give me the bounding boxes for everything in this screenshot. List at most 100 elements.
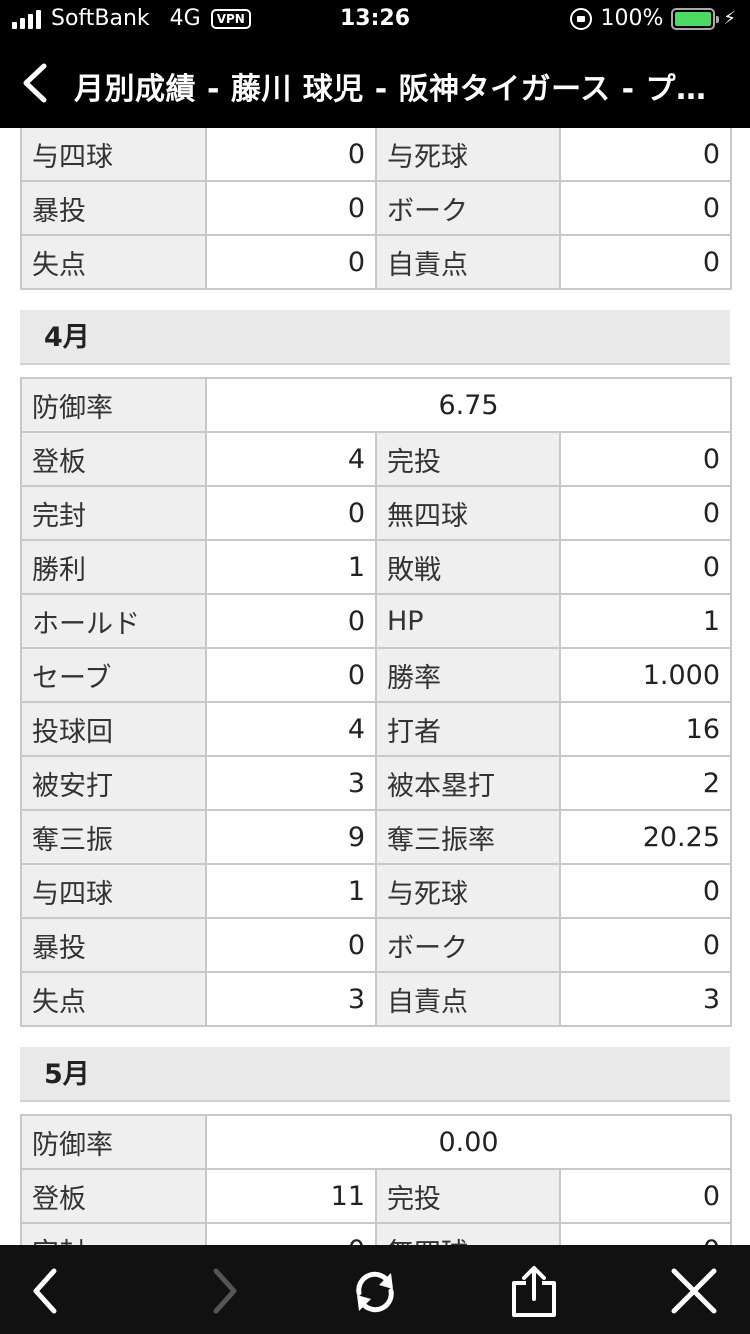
stat-value: 1.000: [559, 647, 732, 703]
table-row: 失点 0 自責点 0: [20, 234, 732, 290]
battery-percent: 100%: [600, 6, 664, 31]
stat-label: 勝率: [375, 647, 561, 703]
table-row: 暴投 0 ボーク 0: [20, 917, 732, 973]
close-icon[interactable]: [666, 1263, 722, 1319]
stats-content: 与四球 0 与死球 0 暴投 0 ボーク 0 失点 0 自責点 0 4月 防御率 6.75 登板 4 完投…: [20, 126, 732, 1278]
stat-value: 4: [205, 431, 377, 487]
stat-label: ボーク: [375, 180, 561, 236]
stat-value: 0: [559, 126, 732, 182]
stat-label: 勝利: [20, 539, 207, 595]
stat-label: 登板: [20, 431, 207, 487]
stat-label: 完投: [375, 1168, 561, 1224]
era-value: 6.75: [205, 377, 732, 433]
table-row: 登板 11 完投 0: [20, 1168, 732, 1224]
table-row: 勝利 1 敗戦 0: [20, 539, 732, 595]
back-arrow-icon[interactable]: [18, 1263, 74, 1319]
month-heading-may: 5月: [20, 1047, 730, 1102]
stat-label: 与四球: [20, 863, 207, 919]
stat-label: 敗戦: [375, 539, 561, 595]
stat-value: 0: [559, 863, 732, 919]
stat-label: 被本塁打: [375, 755, 561, 811]
table-row: 奪三振 9 奪三振率 20.25: [20, 809, 732, 865]
stat-value: 16: [559, 701, 732, 757]
stat-label: 与死球: [375, 863, 561, 919]
stat-label: 与四球: [20, 126, 207, 182]
page-title: 月別成績 - 藤川 球児 - 阪神タイガース - プロ野球: [74, 72, 726, 107]
stat-value: 1: [205, 539, 377, 595]
share-icon[interactable]: [506, 1263, 562, 1319]
stat-label: 与死球: [375, 126, 561, 182]
stat-label: 無四球: [375, 485, 561, 541]
table-row: 投球回 4 打者 16: [20, 701, 732, 757]
table-row: 被安打 3 被本塁打 2: [20, 755, 732, 811]
chevron-left-icon[interactable]: [14, 60, 60, 106]
table-row: 登板 4 完投 0: [20, 431, 732, 487]
nav-bar: 月別成績 - 藤川 球児 - 阪神タイガース - プロ野球: [0, 52, 750, 118]
stat-label: 失点: [20, 971, 207, 1027]
forward-arrow-icon[interactable]: [196, 1263, 252, 1319]
stat-value: 0: [559, 485, 732, 541]
stat-value: 3: [559, 971, 732, 1027]
table-row: 暴投 0 ボーク 0: [20, 180, 732, 236]
stat-value: 3: [205, 755, 377, 811]
stat-value: 1: [559, 593, 732, 649]
stat-value: 0: [205, 485, 377, 541]
battery-icon: [671, 7, 720, 30]
stat-label: 登板: [20, 1168, 207, 1224]
status-bar: SoftBank 4G VPN 13:26 100% ⚡: [0, 0, 750, 40]
reload-icon[interactable]: [347, 1263, 403, 1319]
stat-value: 0: [205, 647, 377, 703]
stat-value: 0: [559, 234, 732, 290]
stat-label: 暴投: [20, 917, 207, 973]
stat-label: 打者: [375, 701, 561, 757]
stat-label: 暴投: [20, 180, 207, 236]
stat-label: 失点: [20, 234, 207, 290]
rotation-lock-icon: [570, 7, 593, 30]
stat-value: 0: [559, 917, 732, 973]
stat-value: 0: [559, 180, 732, 236]
stat-value: 0: [205, 917, 377, 973]
era-label: 防御率: [20, 377, 207, 433]
stat-label: 投球回: [20, 701, 207, 757]
stat-label: セーブ: [20, 647, 207, 703]
table-row: 完封0無四球0: [20, 485, 732, 541]
month-heading-april: 4月: [20, 310, 730, 365]
stat-label: 自責点: [375, 971, 561, 1027]
table-row: セーブ 0 勝率 1.000: [20, 647, 732, 703]
table-row: 与四球 0 与死球 0: [20, 126, 732, 182]
stat-value: 0: [205, 126, 377, 182]
table-row: 失点 3 自責点 3: [20, 971, 732, 1027]
stat-label: 奪三振: [20, 809, 207, 865]
era-row: 防御率 6.75: [20, 377, 732, 433]
stat-value: 0: [205, 593, 377, 649]
stat-label: 被安打: [20, 755, 207, 811]
stat-value: 0: [559, 431, 732, 487]
stat-label: 自責点: [375, 234, 561, 290]
stat-value: 3: [205, 971, 377, 1027]
stat-value: 1: [205, 863, 377, 919]
stat-value: 2: [559, 755, 732, 811]
stat-value: 20.25: [559, 809, 732, 865]
april-stats-table: 防御率 6.75 登板 4 完投 0 完封 0 無四球 0 勝利 1 敗戦 0 ホールド 0 HP 1 セーブ 0…: [20, 377, 732, 1027]
stat-value: 4: [205, 701, 377, 757]
stat-value: 0: [205, 180, 377, 236]
stat-value: 9: [205, 809, 377, 865]
stat-value: 0: [559, 1168, 732, 1224]
stat-label: ボーク: [375, 917, 561, 973]
era-label: 防御率: [20, 1114, 207, 1170]
table-row: 与四球 1 与死球 0: [20, 863, 732, 919]
charging-icon: ⚡: [723, 8, 736, 29]
stat-label: ホールド: [20, 593, 207, 649]
stat-value: 11: [205, 1168, 377, 1224]
stat-label: 完投: [375, 431, 561, 487]
era-row: 防御率 0.00: [20, 1114, 732, 1170]
browser-toolbar: [0, 1245, 750, 1334]
stat-label: HP: [375, 593, 561, 649]
stat-label: 奪三振率: [375, 809, 561, 865]
table-row: ホールド 0 HP 1: [20, 593, 732, 649]
stat-value: 0: [205, 234, 377, 290]
stat-label: 完封: [20, 485, 207, 541]
partial-stats-table: 与四球 0 与死球 0 暴投 0 ボーク 0 失点 0 自責点 0: [20, 126, 732, 290]
top-bar: SoftBank 4G VPN 13:26 100% ⚡ 月別成績 - 藤川 球…: [0, 0, 750, 128]
stat-value: 0: [559, 539, 732, 595]
